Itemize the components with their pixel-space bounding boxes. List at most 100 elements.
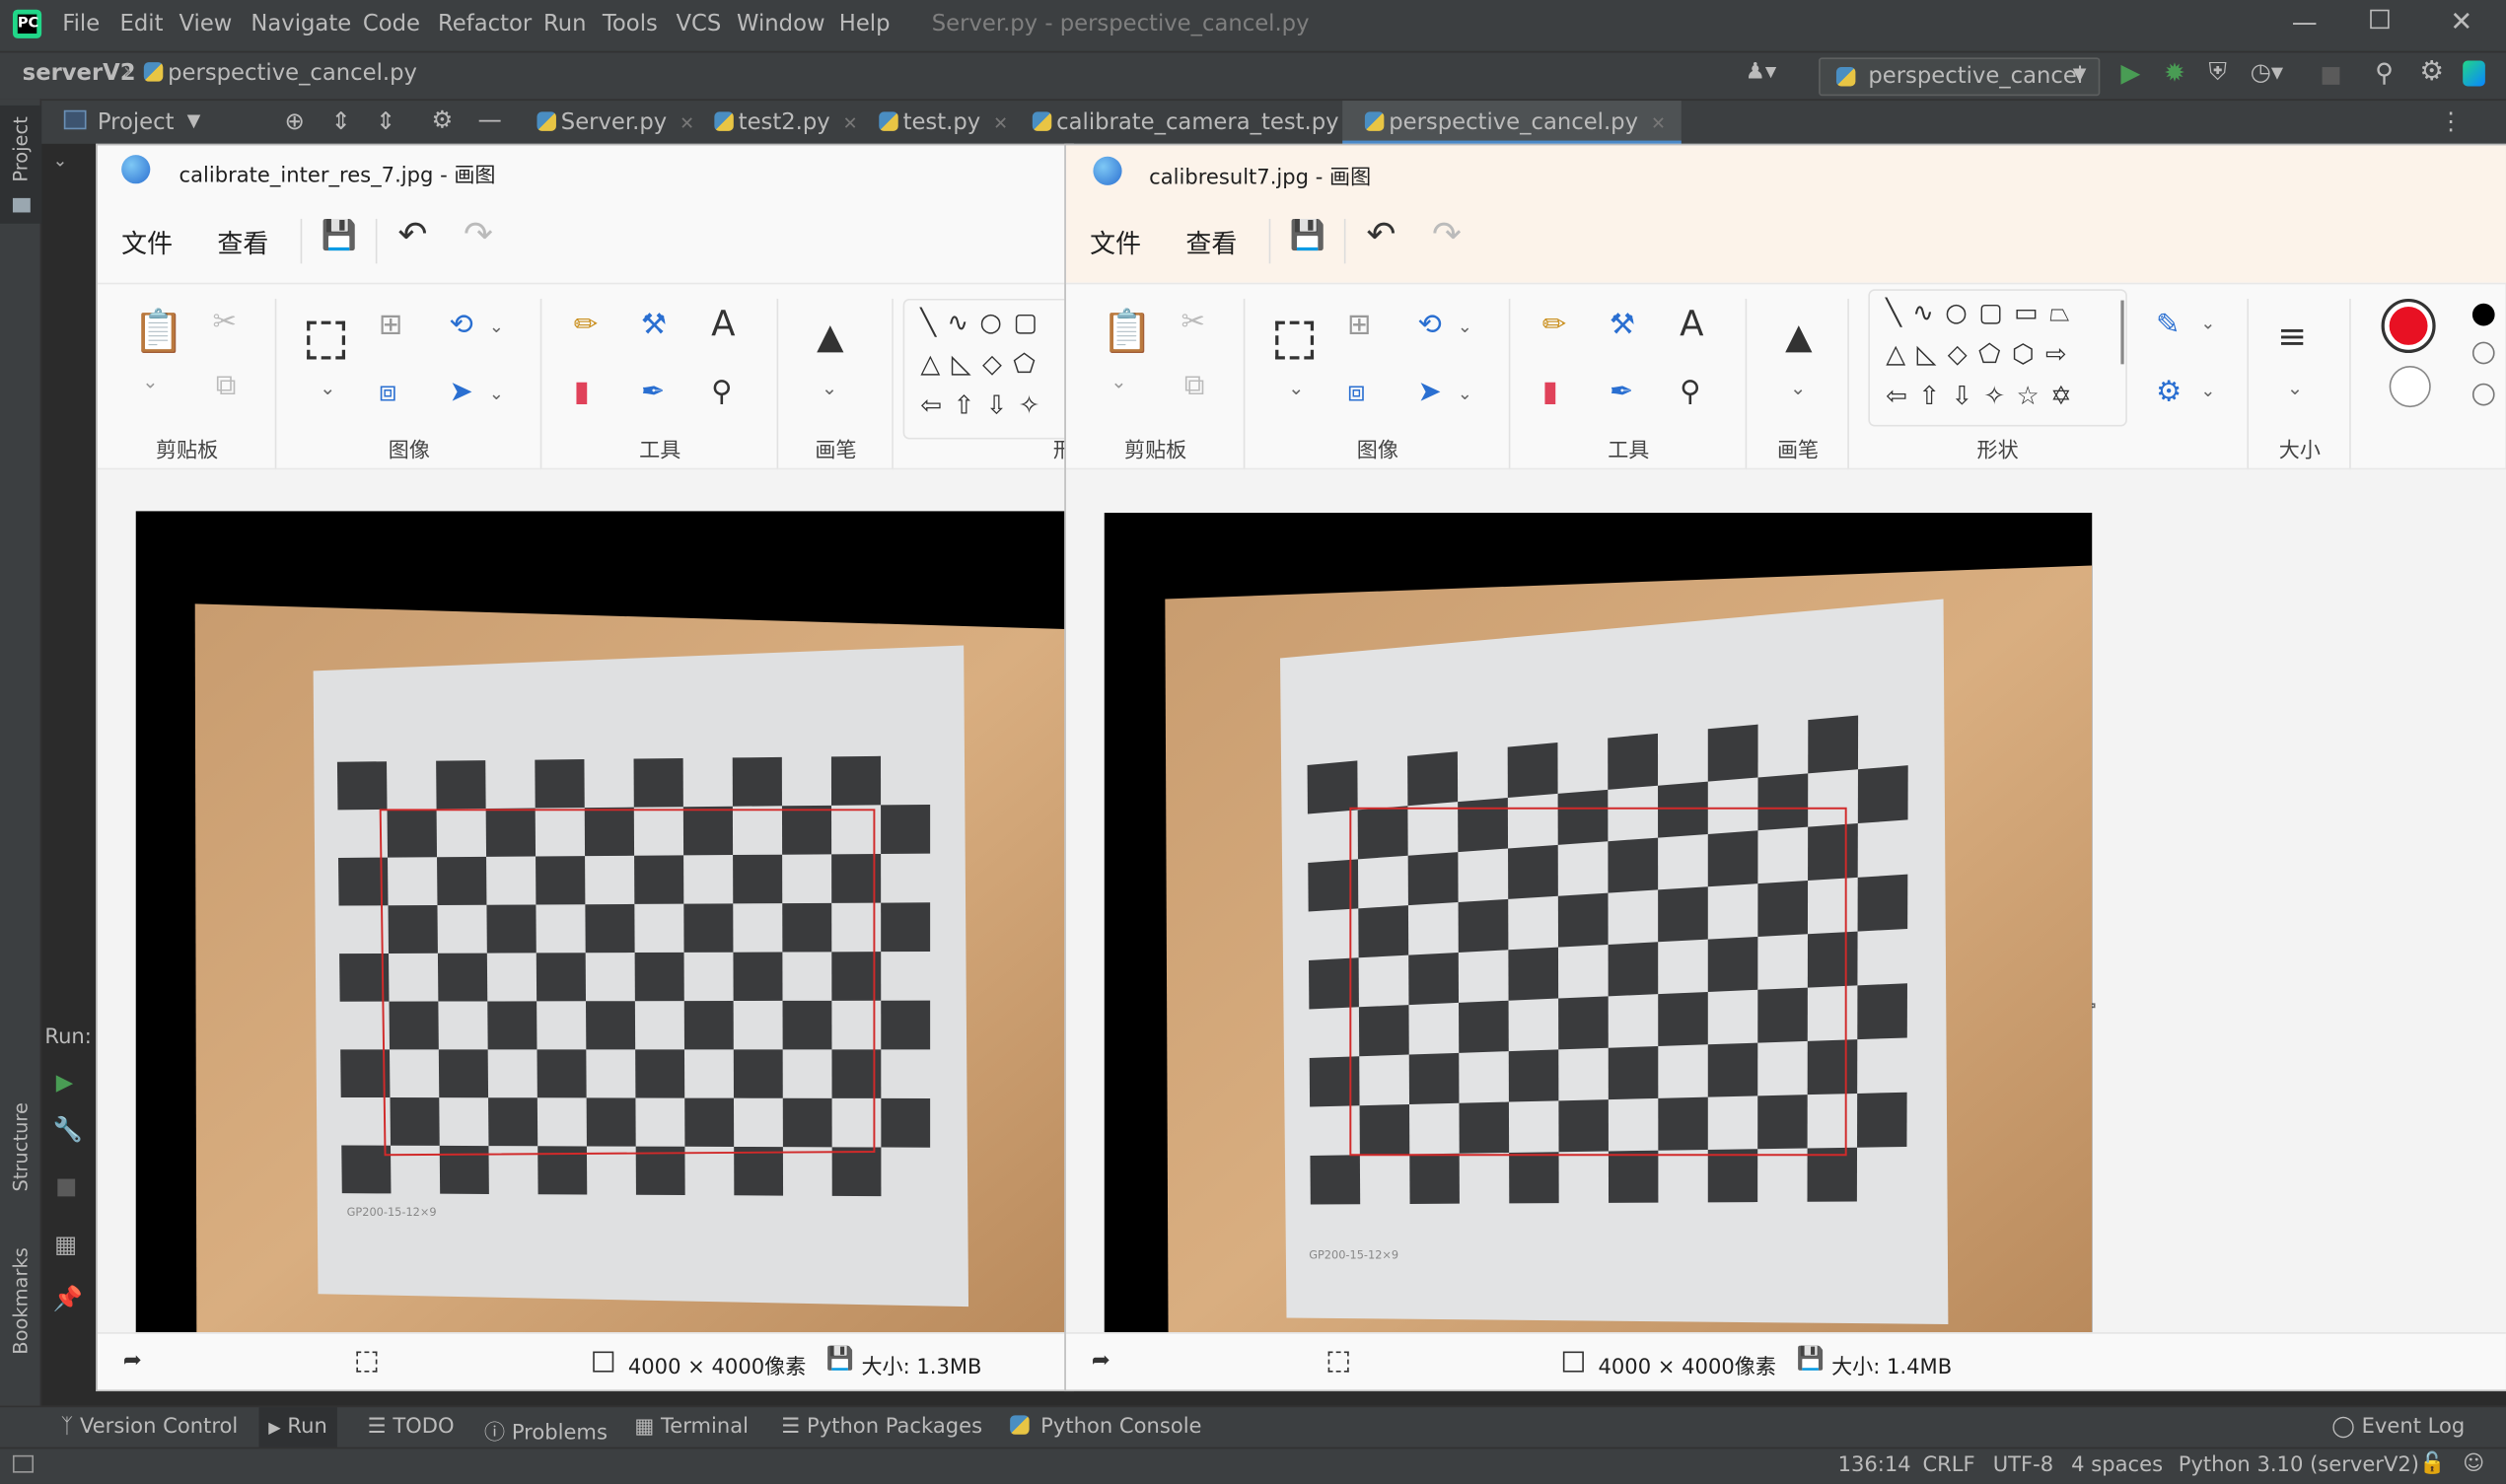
run-icon[interactable]: ▶ [2120,57,2140,88]
project-tool-label[interactable]: Project [98,110,175,136]
brush-icon[interactable]: ▲ [817,320,843,357]
chevron-down-icon[interactable]: ⌄ [1458,385,1472,402]
shapes-row-2[interactable]: △◺◇⬠ [920,348,1046,379]
select-icon[interactable] [307,320,346,360]
pencil-icon[interactable]: ✏ [1542,311,1566,340]
shapes-row-2[interactable]: △◺◇⬠⬡⇨ [1886,338,2078,369]
chevron-down-icon[interactable]: ⌄ [1288,379,1304,397]
cut-icon[interactable]: ✂ [1181,308,1205,337]
gear-icon[interactable]: ⚙ [2419,56,2444,88]
menu-run[interactable]: Run [543,11,587,36]
color2-swatch[interactable] [2389,365,2431,408]
line-size-icon[interactable]: ≡ [2277,320,2307,357]
more-icon[interactable]: ⋮ [2439,107,2463,136]
chevron-down-icon[interactable]: ⌄ [1110,372,1126,390]
menu-view[interactable]: View [179,11,232,36]
paste-icon[interactable]: 📋 [133,312,184,353]
collapse-all-icon[interactable]: ⇕ [376,107,395,136]
gallery-scrollbar[interactable] [2120,300,2124,365]
close-icon[interactable]: ✕ [993,113,1008,134]
menu-file[interactable]: File [62,11,100,36]
brush-icon[interactable]: ▲ [1785,320,1812,357]
tool-event-log[interactable]: ◯ Event Log [2331,1415,2465,1439]
chevron-down-icon[interactable]: ⌄ [2200,382,2215,399]
chevron-down-icon[interactable]: ⌄ [1458,318,1472,335]
menu-help[interactable]: Help [839,11,891,36]
redo-icon[interactable]: ↷ [464,218,493,254]
resize-icon[interactable]: ⧈ [379,378,397,407]
redo-icon[interactable]: ↷ [1432,218,1462,254]
python-interpreter[interactable]: Python 3.10 (serverV2) [2179,1453,2419,1477]
tool-terminal[interactable]: ▦ Terminal [634,1415,749,1439]
tool-python-packages[interactable]: ☰ Python Packages [781,1415,982,1439]
fill-icon[interactable]: ⚒ [641,311,667,340]
copy-icon[interactable]: ⧉ [216,372,237,400]
chevron-down-icon[interactable]: ⌄ [489,318,504,335]
tab-test-py[interactable]: test.py ✕ [879,101,1008,145]
hide-icon[interactable]: — [478,106,502,134]
palette-empty[interactable] [2471,383,2495,406]
pin-icon[interactable]: 📌 [52,1284,82,1312]
tool-run[interactable]: ▶ Run [258,1407,337,1449]
zoom-icon[interactable]: ⚲ [711,378,732,407]
menu-file[interactable]: 文件 [121,222,173,260]
search-icon[interactable]: ⚲ [2375,57,2394,88]
chevron-down-icon[interactable]: ⌄ [1790,379,1806,397]
shapes-row-3[interactable]: ⇦⇧⇩✧ [920,389,1050,420]
close-icon[interactable]: ✕ [1651,113,1666,134]
maximize-icon[interactable] [2370,9,2390,30]
shapes-row-1[interactable]: ╲∿○▢ [920,307,1048,337]
rotate-icon[interactable]: ⟲ [449,311,472,340]
file-encoding[interactable]: UTF-8 [1993,1453,2053,1477]
rotate-icon[interactable]: ⟲ [1417,311,1441,340]
structure-tool-label[interactable]: Structure [10,1102,33,1191]
project-breadcrumb[interactable]: serverV2 [23,61,136,87]
menu-vcs[interactable]: VCS [676,11,721,36]
undo-icon[interactable]: ↶ [398,218,428,254]
menu-file[interactable]: 文件 [1090,222,1141,260]
save-icon[interactable]: 💾 [322,221,357,250]
tree-arrow-icon[interactable]: ⌄ [52,150,67,171]
flip-icon[interactable]: ➤ [1417,378,1441,407]
crop-icon[interactable]: ⊞ [379,311,402,340]
menu-code[interactable]: Code [363,11,420,36]
text-icon[interactable]: A [1680,308,1703,344]
paste-icon[interactable]: 📋 [1102,312,1153,353]
fill-icon[interactable]: ⚒ [1610,311,1635,340]
menu-view[interactable]: 查看 [217,222,268,260]
outline-icon[interactable]: ✎ [2156,311,2180,340]
color-picker-icon[interactable]: ✒ [641,378,665,407]
menu-tools[interactable]: Tools [603,11,658,36]
chevron-down-icon[interactable]: ⌄ [2200,315,2215,332]
zoom-icon[interactable]: ⚲ [1680,378,1700,407]
menu-refactor[interactable]: Refactor [438,11,532,36]
coverage-icon[interactable]: ⛨ [2209,57,2227,86]
chevron-down-icon[interactable]: ⌄ [142,372,158,390]
eraser-icon[interactable]: ▮ [1542,378,1558,407]
stop-icon[interactable] [57,1178,76,1197]
tab-perspective-cancel-py[interactable]: perspective_cancel.py ✕ [1342,101,1683,146]
color1-swatch[interactable] [2381,298,2436,354]
shapes-row-3[interactable]: ⇦⇧⇩✧☆✡ [1886,381,2083,411]
chevron-down-icon[interactable]: ⌄ [489,385,504,402]
undo-icon[interactable]: ↶ [1367,218,1396,254]
indent-setting[interactable]: 4 spaces [2071,1453,2163,1477]
select-icon[interactable] [1275,320,1315,360]
menu-view[interactable]: 查看 [1185,222,1237,260]
chevron-down-icon[interactable]: ▼ [187,110,201,131]
file-breadcrumb[interactable]: perspective_cancel.py [143,61,417,86]
user-icon[interactable]: ♟▾ [1746,59,1777,85]
image-canvas[interactable]: GP200-15-12×9 [1104,513,2093,1337]
menu-navigate[interactable]: Navigate [251,11,351,36]
minimize-icon[interactable]: — [2292,6,2318,36]
tab-server-py[interactable]: Server.py ✕ [537,101,694,145]
menu-window[interactable]: Window [737,11,824,36]
plugin-icon[interactable] [2463,60,2485,87]
eraser-icon[interactable]: ▮ [574,378,590,407]
tool-problems[interactable]: ⓘ Problems [484,1415,608,1446]
stop-icon[interactable] [2322,67,2340,85]
tab-test2-py[interactable]: test2.py ✕ [714,101,858,145]
debug-icon[interactable]: ✹ [2164,57,2185,88]
chevron-down-icon[interactable]: ⌄ [320,379,335,397]
run-tool-label[interactable]: Run: [44,1025,92,1049]
